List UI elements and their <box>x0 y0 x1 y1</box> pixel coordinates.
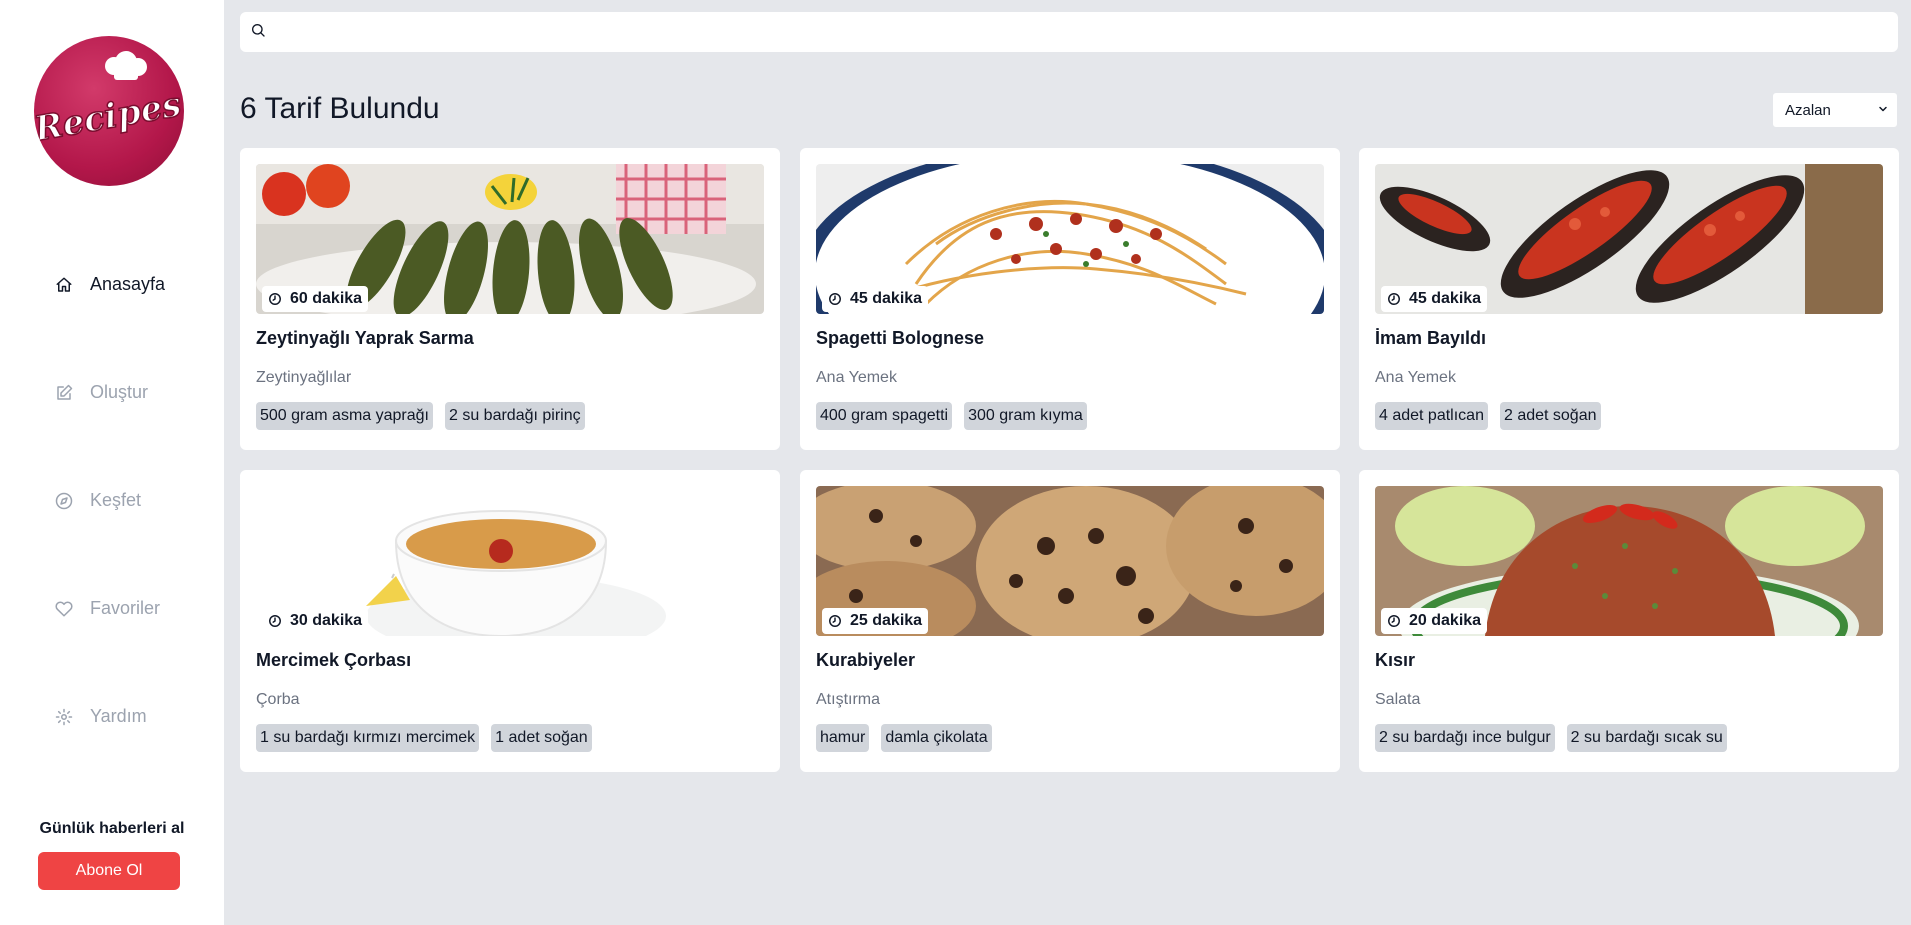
ingredient-tag: 1 su bardağı kırmızı mercimek <box>256 724 480 752</box>
chevron-down-icon <box>1877 102 1889 119</box>
recipe-image: 60 dakika <box>256 164 764 314</box>
time-badge: 25 dakika <box>822 608 929 634</box>
newsletter-title: Günlük haberleri al <box>39 820 185 837</box>
recipe-category: Ana Yemek <box>1375 369 1456 386</box>
recipe-card[interactable]: 45 dakika Spagetti Bolognese Ana Yemek 4… <box>800 148 1340 450</box>
sidebar-item-anasayfa[interactable]: Anasayfa <box>54 274 165 295</box>
clock-icon <box>1387 614 1401 628</box>
results-title: 6 Tarif Bulundu <box>240 92 440 125</box>
ingredient-tag: 4 adet patlıcan <box>1375 402 1488 430</box>
sidebar-item-yardim[interactable]: Yardım <box>54 706 147 727</box>
edit-icon <box>54 383 74 403</box>
gear-icon <box>54 707 74 727</box>
recipe-card[interactable]: 25 dakika Kurabiyeler Atıştırma hamur da… <box>800 470 1340 772</box>
search-icon <box>250 22 266 43</box>
ingredient-tags: 4 adet patlıcan 2 adet soğan <box>1375 402 1601 430</box>
home-icon <box>54 275 74 295</box>
sort-select-value: Azalan <box>1785 101 1831 119</box>
ingredient-tag: 1 adet soğan <box>491 724 592 752</box>
ingredient-tags: 1 su bardağı kırmızı mercimek 1 adet soğ… <box>256 724 592 752</box>
clock-icon <box>828 614 842 628</box>
search-input[interactable] <box>274 12 1898 52</box>
ingredient-tag: damla çikolata <box>881 724 992 752</box>
recipe-category: Salata <box>1375 691 1421 708</box>
recipe-image: 30 dakika <box>256 486 764 636</box>
sidebar-item-label: Anasayfa <box>90 274 166 294</box>
sidebar-item-favoriler[interactable]: Favoriler <box>54 598 160 619</box>
sidebar-item-label: Keşfet <box>90 490 142 510</box>
recipe-title[interactable]: Zeytinyağlı Yaprak Sarma <box>256 328 474 349</box>
sidebar-item-label: Yardım <box>90 706 147 726</box>
time-label: 60 dakika <box>290 290 363 307</box>
recipe-category: Zeytinyağlılar <box>256 369 352 386</box>
ingredient-tag: 400 gram spagetti <box>816 402 953 430</box>
ingredient-tag: 2 su bardağı pirinç <box>444 402 585 430</box>
heart-icon <box>54 599 74 619</box>
sidebar-item-kesfet[interactable]: Keşfet <box>54 490 141 511</box>
recipe-image: 45 dakika <box>816 164 1324 314</box>
recipe-title[interactable]: Spagetti Bolognese <box>816 328 984 349</box>
time-label: 45 dakika <box>1409 290 1482 307</box>
clock-icon <box>268 292 282 306</box>
clock-icon <box>268 614 282 628</box>
time-badge: 60 dakika <box>262 286 369 312</box>
recipe-card[interactable]: 30 dakika Mercimek Çorbası Çorba 1 su ba… <box>240 470 780 772</box>
recipe-category: Ana Yemek <box>816 369 897 386</box>
compass-icon <box>54 491 74 511</box>
ingredient-tags: hamur damla çikolata <box>816 724 992 752</box>
recipe-title[interactable]: Kurabiyeler <box>816 650 915 671</box>
time-badge: 45 dakika <box>822 286 929 312</box>
sidebar-item-label: Oluştur <box>90 382 149 402</box>
recipe-title[interactable]: İmam Bayıldı <box>1375 328 1486 349</box>
time-label: 20 dakika <box>1409 612 1482 629</box>
time-badge: 20 dakika <box>1381 608 1488 634</box>
ingredient-tags: 2 su bardağı ince bulgur 2 su bardağı sı… <box>1375 724 1727 752</box>
recipe-card[interactable]: 45 dakika İmam Bayıldı Ana Yemek 4 adet … <box>1359 148 1899 450</box>
recipes-logo[interactable]: Recipes <box>34 36 184 186</box>
recipe-card[interactable]: 60 dakika Zeytinyağlı Yaprak Sarma Zeyti… <box>240 148 780 450</box>
ingredient-tag: 2 su bardağı ince bulgur <box>1375 724 1555 752</box>
ingredient-tag: hamur <box>816 724 870 752</box>
sidebar: Recipes Anasayfa Oluştur Keşfet Favorile… <box>0 0 224 925</box>
ingredient-tag: 2 su bardağı sıcak su <box>1566 724 1727 752</box>
svg-text:Recipes: Recipes <box>34 85 184 150</box>
subscribe-button[interactable]: Abone Ol <box>38 852 180 890</box>
ingredient-tag: 500 gram asma yaprağı <box>256 402 433 430</box>
recipe-title[interactable]: Kısır <box>1375 650 1415 671</box>
recipe-card[interactable]: 20 dakika Kısır Salata 2 su bardağı ince… <box>1359 470 1899 772</box>
recipe-category: Atıştırma <box>816 691 881 708</box>
recipe-title[interactable]: Mercimek Çorbası <box>256 650 411 671</box>
ingredient-tags: 500 gram asma yaprağı 2 su bardağı pirin… <box>256 402 585 430</box>
ingredient-tag: 2 adet soğan <box>1499 402 1601 430</box>
recipe-image: 25 dakika <box>816 486 1324 636</box>
ingredient-tags: 400 gram spagetti 300 gram kıyma <box>816 402 1087 430</box>
recipe-image: 45 dakika <box>1375 164 1883 314</box>
time-badge: 45 dakika <box>1381 286 1488 312</box>
sidebar-item-olustur[interactable]: Oluştur <box>54 382 148 403</box>
recipe-image: 20 dakika <box>1375 486 1883 636</box>
time-label: 45 dakika <box>850 290 923 307</box>
sidebar-item-label: Favoriler <box>90 598 161 618</box>
clock-icon <box>1387 292 1401 306</box>
time-label: 30 dakika <box>290 612 363 629</box>
clock-icon <box>828 292 842 306</box>
ingredient-tag: 300 gram kıyma <box>964 402 1087 430</box>
time-badge: 30 dakika <box>262 608 369 634</box>
recipe-category: Çorba <box>256 691 300 708</box>
search-bar <box>240 12 1898 52</box>
time-label: 25 dakika <box>850 612 923 629</box>
sort-select[interactable]: Azalan <box>1772 92 1898 128</box>
